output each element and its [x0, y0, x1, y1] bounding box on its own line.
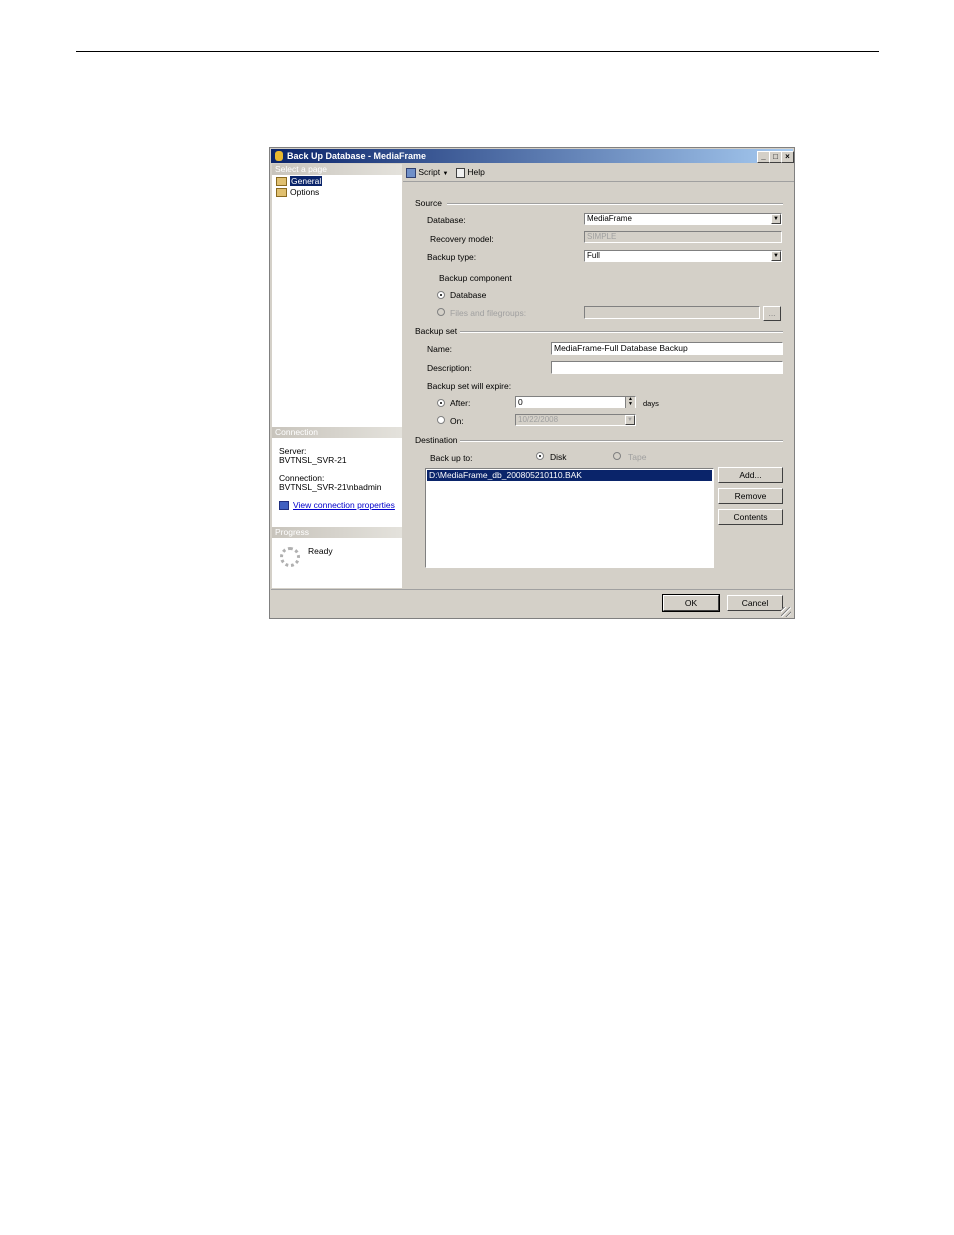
database-select[interactable]: MediaFrame ▼ — [584, 213, 782, 225]
after-value: 0 — [518, 397, 523, 407]
view-props-link[interactable]: View connection properties — [293, 500, 395, 510]
description-input[interactable] — [551, 361, 783, 374]
page-icon — [276, 188, 287, 198]
name-label: Name: — [427, 344, 453, 354]
nav-item-label: General — [290, 176, 323, 186]
name-input[interactable]: MediaFrame-Full Database Backup — [551, 342, 783, 355]
select-page-header: Select a page — [272, 164, 402, 175]
add-button[interactable]: Add... — [718, 467, 783, 483]
backup-set-divider — [460, 331, 783, 333]
help-icon — [456, 167, 465, 178]
files-radio-label: Files and filegroups: — [450, 308, 527, 318]
connection-header: Connection — [272, 427, 402, 438]
database-icon — [275, 151, 283, 161]
after-label[interactable]: After: — [450, 398, 470, 408]
right-panel: Script ▼ Help Source Database: MediaFram… — [403, 164, 794, 588]
recovery-model-label: Recovery model: — [430, 234, 494, 244]
contents-button[interactable]: Contents — [718, 509, 783, 525]
disk-label[interactable]: Disk — [550, 452, 567, 462]
toolbar: Script ▼ Help — [403, 164, 794, 182]
backup-type-label: Backup type: — [427, 252, 477, 262]
help-button[interactable]: Help — [456, 167, 485, 178]
script-label: Script — [418, 167, 441, 177]
dropdown-arrow-icon: ▼ — [442, 171, 449, 177]
view-connection-properties[interactable]: View connection properties — [279, 500, 395, 511]
properties-icon — [279, 501, 289, 511]
page-rule — [76, 51, 879, 52]
on-date-value: 10/22/2008 — [518, 415, 559, 424]
connection-value: BVTNSL_SVR-21\nbadmin — [279, 482, 382, 492]
progress-status: Ready — [308, 546, 333, 556]
on-radio[interactable] — [437, 416, 445, 424]
recovery-model-value: SIMPLE — [587, 232, 617, 241]
files-filegroups-field — [584, 306, 760, 319]
progress-header: Progress — [272, 527, 402, 538]
window-title: Back Up Database - MediaFrame — [287, 151, 427, 161]
destination-group-label: Destination — [415, 435, 458, 445]
expire-label: Backup set will expire: — [427, 381, 512, 391]
database-label: Database: — [427, 215, 466, 225]
on-label[interactable]: On: — [450, 416, 464, 426]
days-label: days — [643, 399, 659, 408]
cancel-button[interactable]: Cancel — [727, 595, 783, 611]
destination-list[interactable]: D:\MediaFrame_db_200805210110.BAK — [425, 468, 714, 568]
remove-button[interactable]: Remove — [718, 488, 783, 504]
backup-to-label: Back up to: — [430, 453, 473, 463]
server-value: BVTNSL_SVR-21 — [279, 455, 347, 465]
nav-item-options[interactable]: Options — [276, 187, 319, 198]
page-icon — [276, 177, 287, 187]
title-bar: Back Up Database - MediaFrame _ □ × — [271, 149, 794, 163]
nav-item-general[interactable]: General — [276, 176, 323, 187]
browse-button[interactable]: ... — [763, 306, 781, 321]
help-label: Help — [467, 167, 485, 177]
chevron-down-icon[interactable]: ▼ — [771, 251, 781, 261]
disk-radio[interactable] — [536, 452, 544, 460]
left-panel: Select a page General Options Connection… — [272, 164, 402, 588]
tape-radio[interactable] — [613, 452, 621, 460]
ok-button[interactable]: OK — [662, 594, 720, 612]
script-button[interactable]: Script ▼ — [406, 167, 448, 179]
progress-spinner-icon — [280, 547, 300, 567]
after-days-stepper[interactable]: 0 ▲ ▼ — [515, 396, 636, 408]
script-icon — [406, 167, 416, 178]
list-item[interactable]: D:\MediaFrame_db_200805210110.BAK — [427, 470, 712, 481]
backup-database-dialog: Back Up Database - MediaFrame _ □ × Sele… — [269, 147, 795, 619]
spin-arrows-icon[interactable]: ▲ ▼ — [625, 397, 635, 408]
on-date-picker[interactable]: 10/22/2008 ▼ — [515, 414, 636, 426]
files-filegroups-radio[interactable] — [437, 308, 445, 316]
description-label: Description: — [427, 363, 472, 373]
backup-component-label: Backup component — [439, 273, 512, 283]
database-radio-label[interactable]: Database — [450, 290, 486, 300]
backup-set-group-label: Backup set — [415, 326, 458, 336]
tape-label: Tape — [628, 452, 647, 462]
recovery-model-field: SIMPLE — [584, 231, 782, 243]
backup-type-value: Full — [587, 251, 600, 260]
source-group-label: Source — [415, 198, 442, 208]
chevron-down-icon[interactable]: ▼ — [771, 214, 781, 224]
nav-item-label: Options — [290, 187, 320, 197]
chevron-down-icon[interactable]: ▼ — [625, 415, 635, 425]
after-radio[interactable] — [437, 399, 445, 407]
dialog-footer: OK Cancel — [271, 589, 793, 619]
close-button[interactable]: × — [781, 151, 794, 163]
resize-grip-icon[interactable] — [781, 607, 791, 617]
backup-type-select[interactable]: Full ▼ — [584, 250, 782, 262]
destination-divider — [460, 440, 783, 442]
source-divider — [447, 203, 783, 205]
database-value: MediaFrame — [587, 214, 632, 223]
database-radio[interactable] — [437, 291, 445, 299]
